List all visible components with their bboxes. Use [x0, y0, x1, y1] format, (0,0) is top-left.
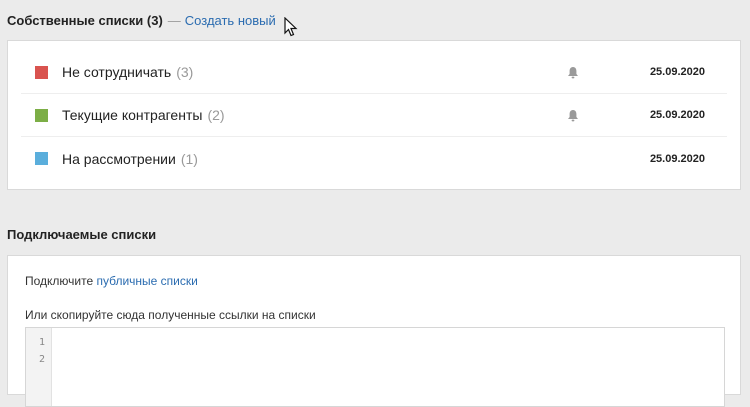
bell-icon[interactable]	[567, 109, 579, 122]
public-lists-link[interactable]: публичные списки	[97, 274, 198, 288]
line-number: 2	[38, 354, 45, 365]
list-count: (3)	[176, 64, 194, 80]
bell-icon[interactable]	[567, 66, 579, 79]
own-lists-title: Собственные списки (3)	[7, 12, 163, 28]
list-date: 25.09.2020	[649, 152, 705, 165]
own-lists-header: Собственные списки (3) — Создать новый	[7, 10, 276, 30]
paste-hint: Или скопируйте сюда полученные ссылки на…	[25, 308, 316, 322]
connected-lists-title: Подключаемые списки	[7, 226, 157, 242]
list-item[interactable]: Текущие контрагенты (2) 25.09.2020	[21, 94, 727, 137]
list-date: 25.09.2020	[649, 109, 705, 121]
list-color-swatch	[35, 152, 48, 165]
list-date: 25.09.2020	[649, 66, 705, 78]
list-item[interactable]: Не сотрудничать (3) 25.09.2020	[21, 51, 727, 94]
list-name: Не сотрудничать	[62, 64, 172, 80]
mouse-pointer-icon	[284, 17, 298, 37]
line-number-gutter: 1 2	[26, 328, 52, 406]
header-dash: —	[167, 12, 181, 28]
connected-lists-header: Подключаемые списки	[7, 224, 156, 244]
list-name: Текущие контрагенты	[62, 107, 203, 123]
links-textarea[interactable]	[52, 328, 724, 406]
connect-prompt: Подключите публичные списки	[25, 274, 198, 288]
connected-lists-panel: Подключите публичные списки Или скопируй…	[7, 255, 741, 407]
list-color-swatch	[35, 108, 48, 122]
list-count: (1)	[180, 150, 198, 167]
links-editor[interactable]: 1 2	[25, 327, 725, 407]
list-color-swatch	[35, 65, 48, 79]
create-new-link[interactable]: Создать новый	[185, 13, 276, 28]
list-name: На рассмотрении	[62, 150, 176, 167]
list-item[interactable]: На рассмотрении (1) 25.09.2020	[21, 137, 727, 180]
line-number: 1	[38, 337, 45, 348]
own-lists-panel: Не сотрудничать (3) 25.09.2020 Текущие к…	[7, 40, 741, 190]
list-count: (2)	[207, 107, 225, 123]
connect-prefix: Подключите	[25, 274, 94, 288]
